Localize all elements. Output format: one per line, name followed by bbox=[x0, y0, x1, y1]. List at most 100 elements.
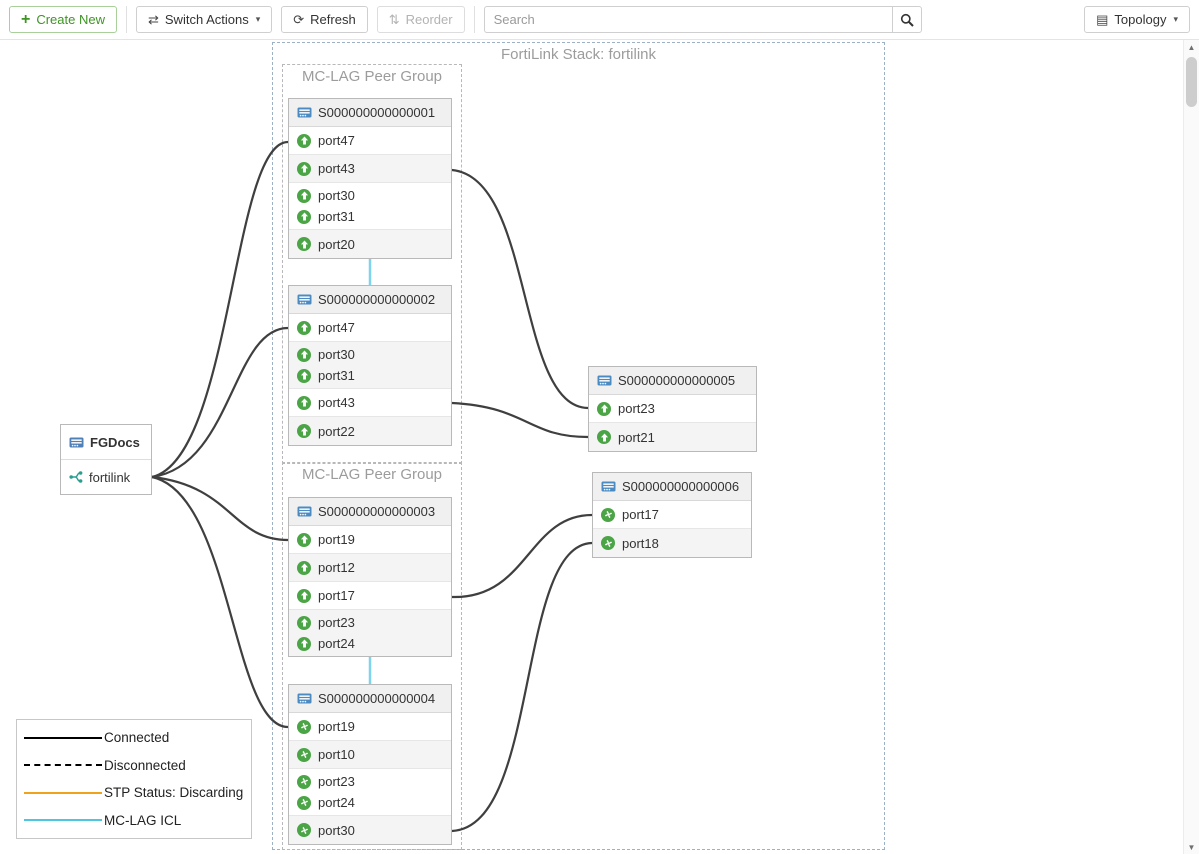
port-row[interactable]: port30 port31 bbox=[289, 183, 451, 230]
port-entry[interactable]: port24 bbox=[297, 633, 443, 654]
port-row[interactable]: port17 bbox=[289, 582, 451, 610]
port-entry[interactable]: port30 bbox=[297, 185, 443, 206]
link-line bbox=[152, 142, 288, 477]
port-label: port43 bbox=[318, 161, 355, 176]
fortigate-node[interactable]: FGDocs fortilink bbox=[60, 424, 152, 495]
scroll-down-arrow[interactable]: ▼ bbox=[1184, 840, 1199, 854]
port-row[interactable]: port12 bbox=[289, 554, 451, 582]
port-up-icon bbox=[297, 589, 311, 603]
switch-node-3: S000000000000003 port19 port12 port17 port23… bbox=[288, 497, 452, 657]
chevron-down-icon: ▾ bbox=[1173, 14, 1178, 25]
create-new-button[interactable]: + Create New bbox=[9, 6, 117, 33]
switch-header[interactable]: S000000000000006 bbox=[593, 473, 751, 501]
port-fan-icon bbox=[297, 796, 311, 810]
search-button[interactable] bbox=[892, 6, 922, 33]
port-row[interactable]: port47 bbox=[289, 127, 451, 155]
port-row[interactable]: port43 bbox=[289, 389, 451, 417]
legend-line-sample bbox=[24, 819, 102, 821]
port-entry[interactable]: port17 bbox=[297, 585, 443, 606]
port-entry[interactable]: port23 bbox=[297, 612, 443, 633]
switch-name: S000000000000005 bbox=[618, 373, 735, 388]
port-row[interactable]: port19 bbox=[289, 713, 451, 741]
port-row[interactable]: port21 bbox=[589, 423, 756, 451]
port-row[interactable]: port18 bbox=[593, 529, 751, 557]
fortilink-icon bbox=[69, 471, 83, 483]
switch-header[interactable]: S000000000000001 bbox=[289, 99, 451, 127]
port-entry[interactable]: port31 bbox=[297, 206, 443, 227]
scroll-up-arrow[interactable]: ▲ bbox=[1184, 40, 1199, 54]
port-row[interactable]: port19 bbox=[289, 526, 451, 554]
port-row[interactable]: port30 port31 bbox=[289, 342, 451, 389]
port-label: port18 bbox=[622, 536, 659, 551]
vertical-scrollbar[interactable]: ▲ ▼ bbox=[1183, 40, 1199, 854]
port-entry[interactable]: port30 bbox=[297, 344, 443, 365]
port-row[interactable]: port30 bbox=[289, 816, 451, 844]
port-label: port30 bbox=[318, 347, 355, 362]
port-entry[interactable]: port12 bbox=[297, 557, 443, 578]
port-up-icon bbox=[597, 430, 611, 444]
port-entry[interactable]: port21 bbox=[597, 427, 748, 448]
port-row[interactable]: port23port24 bbox=[289, 769, 451, 816]
port-up-icon bbox=[297, 348, 311, 362]
port-entry[interactable]: port17 bbox=[601, 504, 743, 525]
port-entry[interactable]: port23 bbox=[597, 398, 748, 419]
switch-actions-label: Switch Actions bbox=[165, 12, 249, 27]
port-entry[interactable]: port30 bbox=[297, 820, 443, 841]
port-entry[interactable]: port19 bbox=[297, 529, 443, 550]
port-row[interactable]: port20 bbox=[289, 230, 451, 258]
switch-header[interactable]: S000000000000003 bbox=[289, 498, 451, 526]
port-fan-icon bbox=[601, 508, 615, 522]
fortilink-row[interactable]: fortilink bbox=[61, 459, 151, 494]
port-up-icon bbox=[297, 637, 311, 651]
port-entry[interactable]: port22 bbox=[297, 421, 443, 442]
scroll-thumb[interactable] bbox=[1186, 57, 1197, 107]
port-label: port20 bbox=[318, 237, 355, 252]
port-entry[interactable]: port23 bbox=[297, 771, 443, 792]
port-entry[interactable]: port20 bbox=[297, 234, 443, 255]
port-row[interactable]: port47 bbox=[289, 314, 451, 342]
chevron-down-icon: ▾ bbox=[256, 14, 261, 25]
port-row[interactable]: port23 bbox=[589, 395, 756, 423]
refresh-button[interactable]: ⟳ Refresh bbox=[281, 6, 367, 33]
port-label: port23 bbox=[318, 615, 355, 630]
switch-header[interactable]: S000000000000005 bbox=[589, 367, 756, 395]
link-line bbox=[152, 328, 288, 477]
switch-icon bbox=[297, 693, 312, 704]
port-up-icon bbox=[297, 134, 311, 148]
topology-page: + Create New ⇄ Switch Actions ▾ ⟳ Refres… bbox=[0, 0, 1199, 854]
port-row[interactable]: port23 port24 bbox=[289, 610, 451, 656]
legend-line-sample bbox=[24, 737, 102, 739]
port-entry[interactable]: port31 bbox=[297, 365, 443, 386]
port-label: port30 bbox=[318, 823, 355, 838]
port-entry[interactable]: port10 bbox=[297, 744, 443, 765]
port-entry[interactable]: port18 bbox=[601, 533, 743, 554]
port-entry[interactable]: port47 bbox=[297, 130, 443, 151]
port-row[interactable]: port10 bbox=[289, 741, 451, 769]
port-label: port31 bbox=[318, 368, 355, 383]
port-label: port47 bbox=[318, 320, 355, 335]
port-label: port30 bbox=[318, 188, 355, 203]
port-entry[interactable]: port43 bbox=[297, 158, 443, 179]
group-title: MC-LAG Peer Group bbox=[283, 466, 461, 483]
topology-dropdown[interactable]: ▤ Topology ▾ bbox=[1084, 6, 1190, 33]
switch-actions-button[interactable]: ⇄ Switch Actions ▾ bbox=[136, 6, 272, 33]
group-title: MC-LAG Peer Group bbox=[283, 68, 461, 85]
port-row[interactable]: port43 bbox=[289, 155, 451, 183]
switch-header[interactable]: S000000000000004 bbox=[289, 685, 451, 713]
port-entry[interactable]: port43 bbox=[297, 392, 443, 413]
link-line bbox=[152, 477, 288, 727]
switch-header[interactable]: S000000000000002 bbox=[289, 286, 451, 314]
port-up-icon bbox=[597, 402, 611, 416]
search-input[interactable] bbox=[484, 6, 892, 33]
port-entry[interactable]: port47 bbox=[297, 317, 443, 338]
port-entry[interactable]: port24 bbox=[297, 792, 443, 813]
port-up-icon bbox=[297, 424, 311, 438]
fortigate-row[interactable]: FGDocs bbox=[61, 425, 151, 459]
port-up-icon bbox=[297, 369, 311, 383]
port-entry[interactable]: port19 bbox=[297, 716, 443, 737]
port-row[interactable]: port22 bbox=[289, 417, 451, 445]
switch-node-6: S000000000000006 port17 port18 bbox=[592, 472, 752, 558]
port-row[interactable]: port17 bbox=[593, 501, 751, 529]
switch-node-2: S000000000000002 port47 port30 port31 port43… bbox=[288, 285, 452, 446]
reorder-button[interactable]: ⇅ Reorder bbox=[377, 6, 465, 33]
